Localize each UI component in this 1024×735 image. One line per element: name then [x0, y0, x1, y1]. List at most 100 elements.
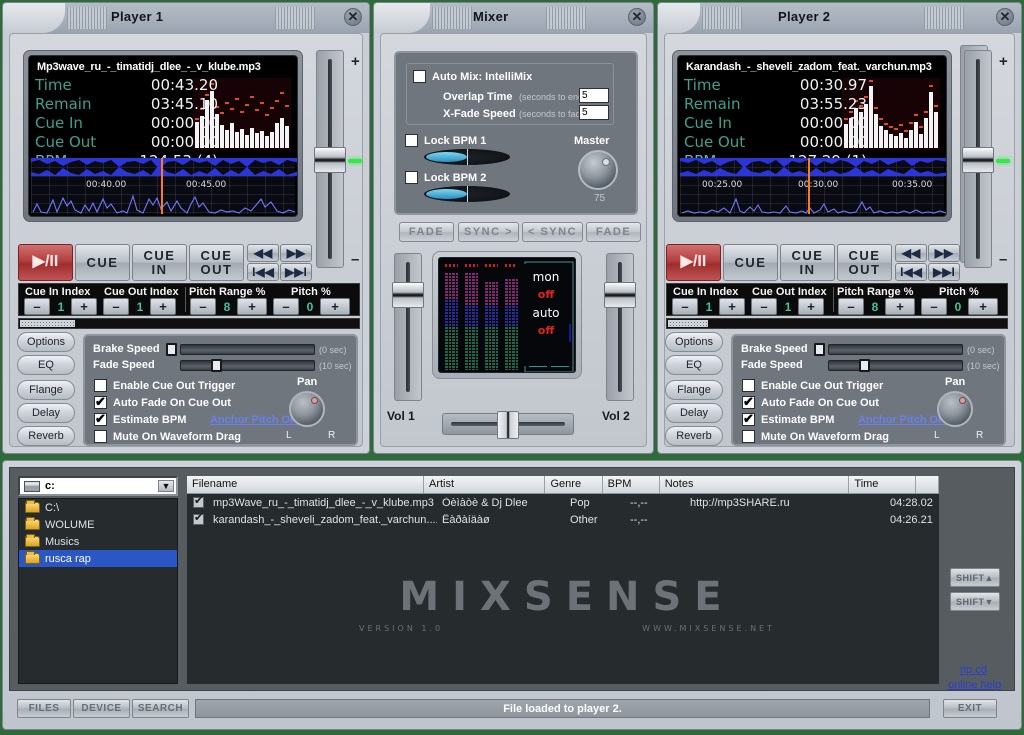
sync-left-button[interactable]: < SYNC — [522, 222, 583, 242]
fade-speed-handle[interactable] — [859, 359, 870, 372]
estimate-bpm-checkbox[interactable] — [742, 411, 755, 427]
close-icon[interactable]: ✕ — [996, 8, 1014, 26]
fade-right-button[interactable]: FADE — [586, 222, 641, 242]
volume-2-fader[interactable] — [604, 253, 636, 401]
options-button[interactable]: Options — [665, 332, 723, 352]
pan-knob[interactable] — [289, 391, 325, 427]
fast-forward-button[interactable]: ▶▶ — [280, 244, 312, 262]
cue-out-index-minus-button[interactable]: – — [751, 298, 777, 315]
exit-button[interactable]: EXIT — [943, 699, 997, 718]
player-2-position-bar[interactable] — [666, 318, 1008, 329]
lock-bpm-1-checkbox[interactable] — [405, 134, 418, 147]
master-volume-knob[interactable] — [578, 150, 618, 190]
cue-button[interactable]: CUE — [75, 244, 130, 281]
cue-out-button[interactable]: CUE OUT — [189, 244, 244, 281]
cue-in-index-plus-button[interactable]: + — [719, 298, 745, 315]
shift-up-button[interactable]: SHIFT▲ — [950, 568, 1000, 587]
tree-item-wolume[interactable]: WOLUME — [19, 516, 177, 533]
brake-speed-slider[interactable] — [166, 343, 315, 356]
crossfader[interactable] — [442, 411, 574, 439]
files-tab-button[interactable]: FILES — [17, 699, 71, 718]
crossfader-knob[interactable] — [497, 411, 519, 439]
auto-mix-checkbox[interactable] — [413, 70, 426, 83]
rip-cd-link[interactable]: rip cd — [960, 664, 987, 676]
player-1-waveform[interactable]: 00:40.00 00:45.00 — [31, 158, 297, 214]
player-2-pitch-fader-inner[interactable] — [962, 50, 994, 268]
player-1-lcd[interactable]: Mp3wave_ru_-_timatidj_dlee_-_v_klube.mp3 — [28, 55, 298, 217]
search-tab-button[interactable]: SEARCH — [132, 699, 189, 718]
bpm-2-slider[interactable] — [424, 186, 510, 202]
folder-tree[interactable]: C:\ WOLUME Musics rusca rap — [18, 498, 178, 684]
options-button[interactable]: Options — [17, 332, 75, 352]
fast-forward-button[interactable]: ▶▶ — [928, 244, 960, 262]
volume-2-knob[interactable] — [604, 282, 636, 308]
eq-button[interactable]: EQ — [665, 355, 723, 375]
previous-track-button[interactable]: I◀◀ — [247, 263, 279, 281]
player-2-waveform[interactable]: 00:25.00 00:30.00 00:35.00 — [680, 158, 946, 214]
player-1-position-bar[interactable] — [18, 318, 360, 329]
enable-cue-out-trigger-checkbox[interactable] — [742, 379, 755, 392]
close-icon[interactable]: ✕ — [344, 8, 362, 26]
next-track-button[interactable]: ▶▶I — [928, 263, 960, 281]
online-help-link[interactable]: online help — [948, 679, 1001, 691]
pan-knob[interactable] — [937, 391, 973, 427]
fade-speed-slider[interactable] — [828, 359, 963, 372]
row-checkbox[interactable] — [193, 511, 204, 525]
column-header-filename[interactable]: Filename — [187, 476, 424, 493]
playhead-marker[interactable] — [161, 158, 163, 214]
xfade-speed-input[interactable] — [579, 105, 609, 120]
drive-select[interactable]: c: ▼ — [18, 476, 178, 496]
cue-out-index-minus-button[interactable]: – — [103, 298, 129, 315]
pitch-range-minus-button[interactable]: – — [838, 298, 864, 315]
chevron-down-icon[interactable]: ▼ — [158, 480, 174, 492]
table-row[interactable]: mp3Wave_ru_-_timatidj_dlee_-_v_klube.mp3… — [187, 494, 939, 511]
volume-1-fader[interactable] — [392, 253, 424, 401]
tree-item-rusca-rap[interactable]: rusca rap — [19, 550, 177, 567]
reverb-button[interactable]: Reverb — [665, 426, 723, 446]
cue-button[interactable]: CUE — [723, 244, 778, 281]
pitch-plus-button[interactable]: + — [968, 298, 998, 315]
pitch-range-plus-button[interactable]: + — [885, 298, 915, 315]
brake-speed-handle[interactable] — [814, 343, 825, 356]
column-header-extra[interactable] — [916, 476, 940, 493]
column-header-artist[interactable]: Artist — [424, 476, 546, 493]
rewind-button[interactable]: ◀◀ — [895, 244, 927, 262]
pitch-range-minus-button[interactable]: – — [190, 298, 216, 315]
cue-in-index-minus-button[interactable]: – — [672, 298, 698, 315]
pitch-minus-button[interactable]: – — [921, 298, 947, 315]
cue-in-index-plus-button[interactable]: + — [71, 298, 97, 315]
cue-in-button[interactable]: CUE IN — [132, 244, 187, 281]
rewind-button[interactable]: ◀◀ — [247, 244, 279, 262]
delay-button[interactable]: Delay — [665, 403, 723, 423]
fader-knob[interactable] — [962, 147, 994, 173]
cue-in-index-minus-button[interactable]: – — [24, 298, 50, 315]
pitch-minus-button[interactable]: – — [273, 298, 299, 315]
player-1-pitch-fader[interactable] — [314, 50, 346, 268]
fader-knob[interactable] — [314, 147, 346, 173]
fade-speed-slider[interactable] — [180, 359, 315, 372]
lock-bpm-2-checkbox[interactable] — [405, 171, 418, 184]
table-row[interactable]: karandash_-_sheveli_zadom_feat._varchun.… — [187, 511, 939, 528]
tree-item-root[interactable]: C:\ — [19, 499, 177, 516]
pitch-range-plus-button[interactable]: + — [237, 298, 267, 315]
next-track-button[interactable]: ▶▶I — [280, 263, 312, 281]
cue-out-button[interactable]: CUE OUT — [837, 244, 892, 281]
flange-button[interactable]: Flange — [17, 380, 75, 400]
auto-fade-on-cue-out-checkbox[interactable] — [742, 394, 755, 410]
auto-fade-on-cue-out-checkbox[interactable] — [94, 394, 107, 410]
close-icon[interactable]: ✕ — [628, 8, 646, 26]
playhead-marker[interactable] — [808, 158, 810, 214]
pitch-plus-button[interactable]: + — [320, 298, 350, 315]
shift-down-button[interactable]: SHIFT▼ — [950, 592, 1000, 611]
fade-speed-handle[interactable] — [211, 359, 222, 372]
file-list[interactable]: mp3Wave_ru_-_timatidj_dlee_-_v_klube.mp3… — [187, 494, 939, 684]
column-header-time[interactable]: Time — [849, 476, 916, 493]
volume-1-knob[interactable] — [392, 282, 424, 308]
device-tab-button[interactable]: DEVICE — [73, 699, 130, 718]
cue-in-button[interactable]: CUE IN — [780, 244, 835, 281]
play-pause-button[interactable]: ▶/II — [18, 244, 73, 281]
estimate-bpm-checkbox[interactable] — [94, 411, 107, 427]
column-header-notes[interactable]: Notes — [660, 476, 850, 493]
column-header-bpm[interactable]: BPM — [603, 476, 660, 493]
sync-right-button[interactable]: SYNC > — [458, 222, 519, 242]
